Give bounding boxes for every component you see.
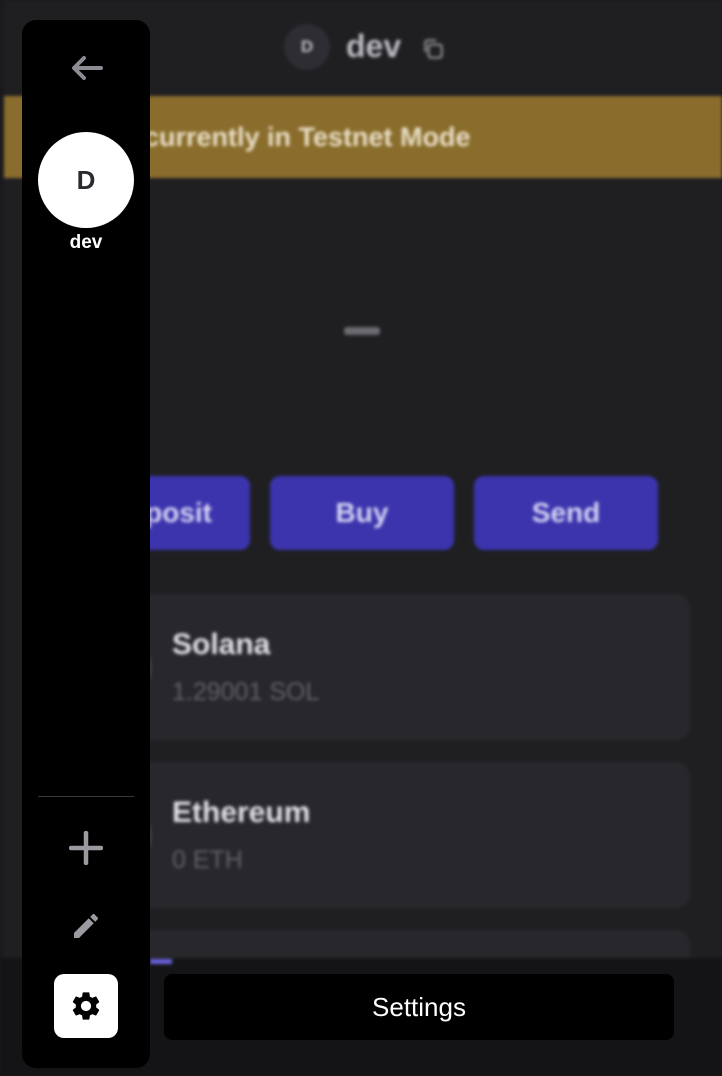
plus-icon [69,831,103,865]
gear-icon [72,992,100,1020]
edit-accounts-button[interactable] [64,904,108,948]
account-name: dev [69,232,103,253]
token-amount: 1.29001 SOL [172,678,320,706]
account-avatar[interactable]: D [38,132,134,228]
buy-button[interactable]: Buy [270,476,454,550]
drawer-divider [38,796,134,797]
balance-placeholder [344,327,380,335]
settings-tooltip: Settings [164,974,674,1040]
header-avatar: D [284,24,330,70]
token-name: Solana [172,628,271,661]
nav-active-indicator [150,959,172,964]
send-button[interactable]: Send [474,476,658,550]
back-button[interactable] [65,50,109,86]
pencil-icon [74,913,99,938]
copy-icon [424,39,443,59]
add-account-button[interactable] [64,826,108,870]
arrow-left-icon [72,56,103,80]
testnet-banner-text: currently in Testnet Mode [144,121,471,152]
token-card-ethereum[interactable]: Ethereum 0 ETH [96,762,690,908]
settings-button[interactable] [54,974,118,1038]
token-card-solana[interactable]: Solana 1.29001 SOL [96,594,690,740]
token-amount: 0 ETH [172,846,243,874]
header-username: dev [346,28,402,64]
account-drawer: D dev [22,20,150,1068]
token-name: Ethereum [172,796,311,829]
